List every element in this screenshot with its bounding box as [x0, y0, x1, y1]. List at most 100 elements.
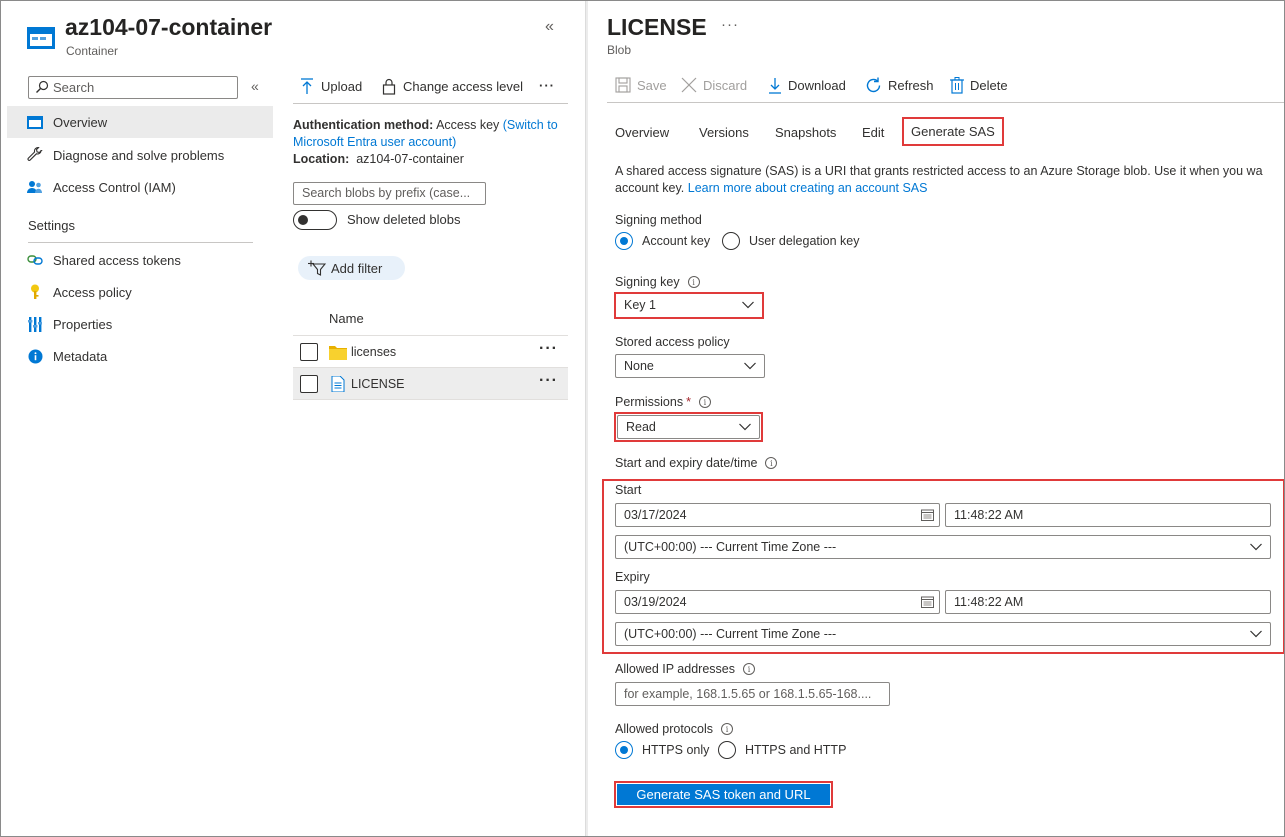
nav-item-shared-access-tokens[interactable]: Shared access tokens: [7, 244, 273, 276]
folder-icon: [329, 346, 347, 360]
nav-item-label: Metadata: [53, 348, 108, 364]
row-more-button[interactable]: ···: [539, 340, 558, 358]
tab-snapshots[interactable]: Snapshots: [775, 125, 836, 140]
info-icon[interactable]: i: [698, 396, 711, 408]
stored-policy-dropdown[interactable]: None: [615, 354, 765, 378]
radio-https-and-http[interactable]: HTTPS and HTTP: [718, 741, 846, 759]
refresh-label: Refresh: [888, 78, 934, 93]
radio-account-key[interactable]: Account key: [615, 232, 710, 250]
row-checkbox[interactable]: [300, 375, 318, 393]
search-icon: [36, 80, 49, 93]
close-icon: [681, 77, 697, 93]
tab-overview[interactable]: Overview: [615, 125, 669, 140]
allowed-ip-input[interactable]: for example, 168.1.5.65 or 168.1.5.65-16…: [615, 682, 890, 706]
settings-divider: [28, 242, 253, 243]
upload-button[interactable]: Upload: [300, 78, 362, 95]
generate-sas-button[interactable]: Generate SAS token and URL: [617, 784, 830, 805]
download-label: Download: [788, 78, 846, 93]
nav-search-placeholder: Search: [53, 80, 95, 95]
signing-key-dropdown[interactable]: Key 1: [616, 294, 762, 317]
dates-label: Start and expiry date/time i: [615, 456, 778, 470]
collapse-menu-icon[interactable]: «: [251, 78, 259, 94]
column-header-name[interactable]: Name: [329, 311, 364, 326]
auth-info: Authentication method: Access key (Switc…: [293, 117, 563, 168]
filter-add-icon: [308, 260, 326, 276]
signing-key-label-text: Signing key: [615, 275, 680, 289]
expiry-date-input[interactable]: 03/19/2024: [615, 590, 940, 614]
upload-label: Upload: [321, 79, 363, 94]
start-timezone-dropdown[interactable]: (UTC+00:00) --- Current Time Zone ---: [615, 535, 1271, 559]
nav-item-diagnose[interactable]: Diagnose and solve problems: [7, 139, 273, 171]
show-deleted-toggle[interactable]: [293, 210, 337, 230]
container-icon: [27, 27, 55, 49]
nav-item-label: Diagnose and solve problems: [53, 147, 225, 163]
tab-generate-sas[interactable]: Generate SAS: [902, 117, 1004, 146]
delete-label: Delete: [970, 78, 1008, 93]
learn-more-link[interactable]: Learn more about creating an account SAS: [688, 181, 928, 195]
permissions-dropdown[interactable]: Read: [617, 415, 760, 439]
radio-dot: [722, 232, 740, 250]
chevron-down-icon: [739, 423, 751, 431]
allowed-protocols-label: Allowed protocols i: [615, 722, 733, 736]
nav-item-iam[interactable]: Access Control (IAM): [7, 171, 273, 203]
info-icon: [26, 347, 44, 365]
container-subtitle: Container: [66, 44, 119, 58]
nav-item-metadata[interactable]: Metadata: [7, 340, 273, 372]
required-marker: *: [686, 395, 691, 409]
download-icon: [769, 78, 781, 94]
nav-item-properties[interactable]: Properties: [7, 308, 273, 340]
blob-title: LICENSE: [607, 14, 707, 40]
radio-https-only[interactable]: HTTPS only: [615, 741, 709, 759]
row-checkbox[interactable]: [300, 343, 318, 361]
expiry-label: Expiry: [615, 570, 650, 584]
refresh-button[interactable]: Refresh: [865, 77, 934, 94]
info-icon[interactable]: i: [720, 723, 733, 735]
change-access-level-button[interactable]: Change access level: [382, 78, 523, 95]
more-options-button[interactable]: ···: [539, 78, 555, 93]
dates-label-text: Start and expiry date/time: [615, 456, 758, 470]
calendar-icon[interactable]: [921, 509, 934, 521]
expiry-timezone-dropdown[interactable]: (UTC+00:00) --- Current Time Zone ---: [615, 622, 1271, 646]
trash-icon: [950, 77, 964, 94]
key-icon: [26, 283, 44, 301]
info-icon[interactable]: i: [765, 457, 778, 469]
discard-button[interactable]: Discard: [681, 77, 747, 93]
change-access-level-label: Change access level: [403, 79, 523, 94]
stored-policy-label: Stored access policy: [615, 335, 730, 349]
download-button[interactable]: Download: [768, 77, 846, 94]
row-name[interactable]: LICENSE: [351, 377, 405, 391]
add-filter-button[interactable]: Add filter: [298, 256, 405, 280]
row-name[interactable]: licenses: [351, 345, 396, 359]
allowed-protocols-label-text: Allowed protocols: [615, 722, 713, 736]
row-more-button[interactable]: ···: [539, 372, 558, 390]
blob-more-button[interactable]: ···: [721, 16, 739, 33]
tab-edit[interactable]: Edit: [862, 125, 884, 140]
wrench-icon: [26, 146, 44, 164]
expiry-date-value: 03/19/2024: [624, 595, 687, 609]
collapse-blade-icon[interactable]: «: [545, 18, 554, 36]
allowed-ip-label: Allowed IP addresses i: [615, 662, 755, 676]
info-icon[interactable]: i: [742, 663, 755, 675]
save-button[interactable]: Save: [615, 77, 667, 93]
calendar-icon[interactable]: [921, 596, 934, 608]
start-time-input[interactable]: 11:48:22 AM: [945, 503, 1271, 527]
delete-button[interactable]: Delete: [950, 77, 1008, 94]
expiry-time-input[interactable]: 11:48:22 AM: [945, 590, 1271, 614]
toolbar-divider: [607, 102, 1284, 103]
start-date-input[interactable]: 03/17/2024: [615, 503, 940, 527]
nav-search-input[interactable]: Search: [28, 76, 238, 99]
nav-item-access-policy[interactable]: Access policy: [7, 276, 273, 308]
nav-item-overview[interactable]: Overview: [7, 106, 273, 138]
list-item[interactable]: licenses ···: [293, 336, 568, 368]
toolbar-divider: [293, 103, 568, 104]
list-item[interactable]: LICENSE ···: [293, 368, 568, 400]
info-icon[interactable]: i: [687, 276, 700, 288]
blob-blade: LICENSE ··· Blob Save Discard Download R…: [589, 2, 1284, 836]
permissions-label-text: Permissions: [615, 395, 684, 409]
radio-user-delegation-key[interactable]: User delegation key: [722, 232, 859, 250]
blob-search-input[interactable]: Search blobs by prefix (case...: [293, 182, 486, 205]
nav-item-label: Access Control (IAM): [53, 179, 176, 195]
tab-versions[interactable]: Versions: [699, 125, 749, 140]
container-icon: [26, 113, 44, 131]
expiry-timezone-value: (UTC+00:00) --- Current Time Zone ---: [624, 627, 837, 641]
